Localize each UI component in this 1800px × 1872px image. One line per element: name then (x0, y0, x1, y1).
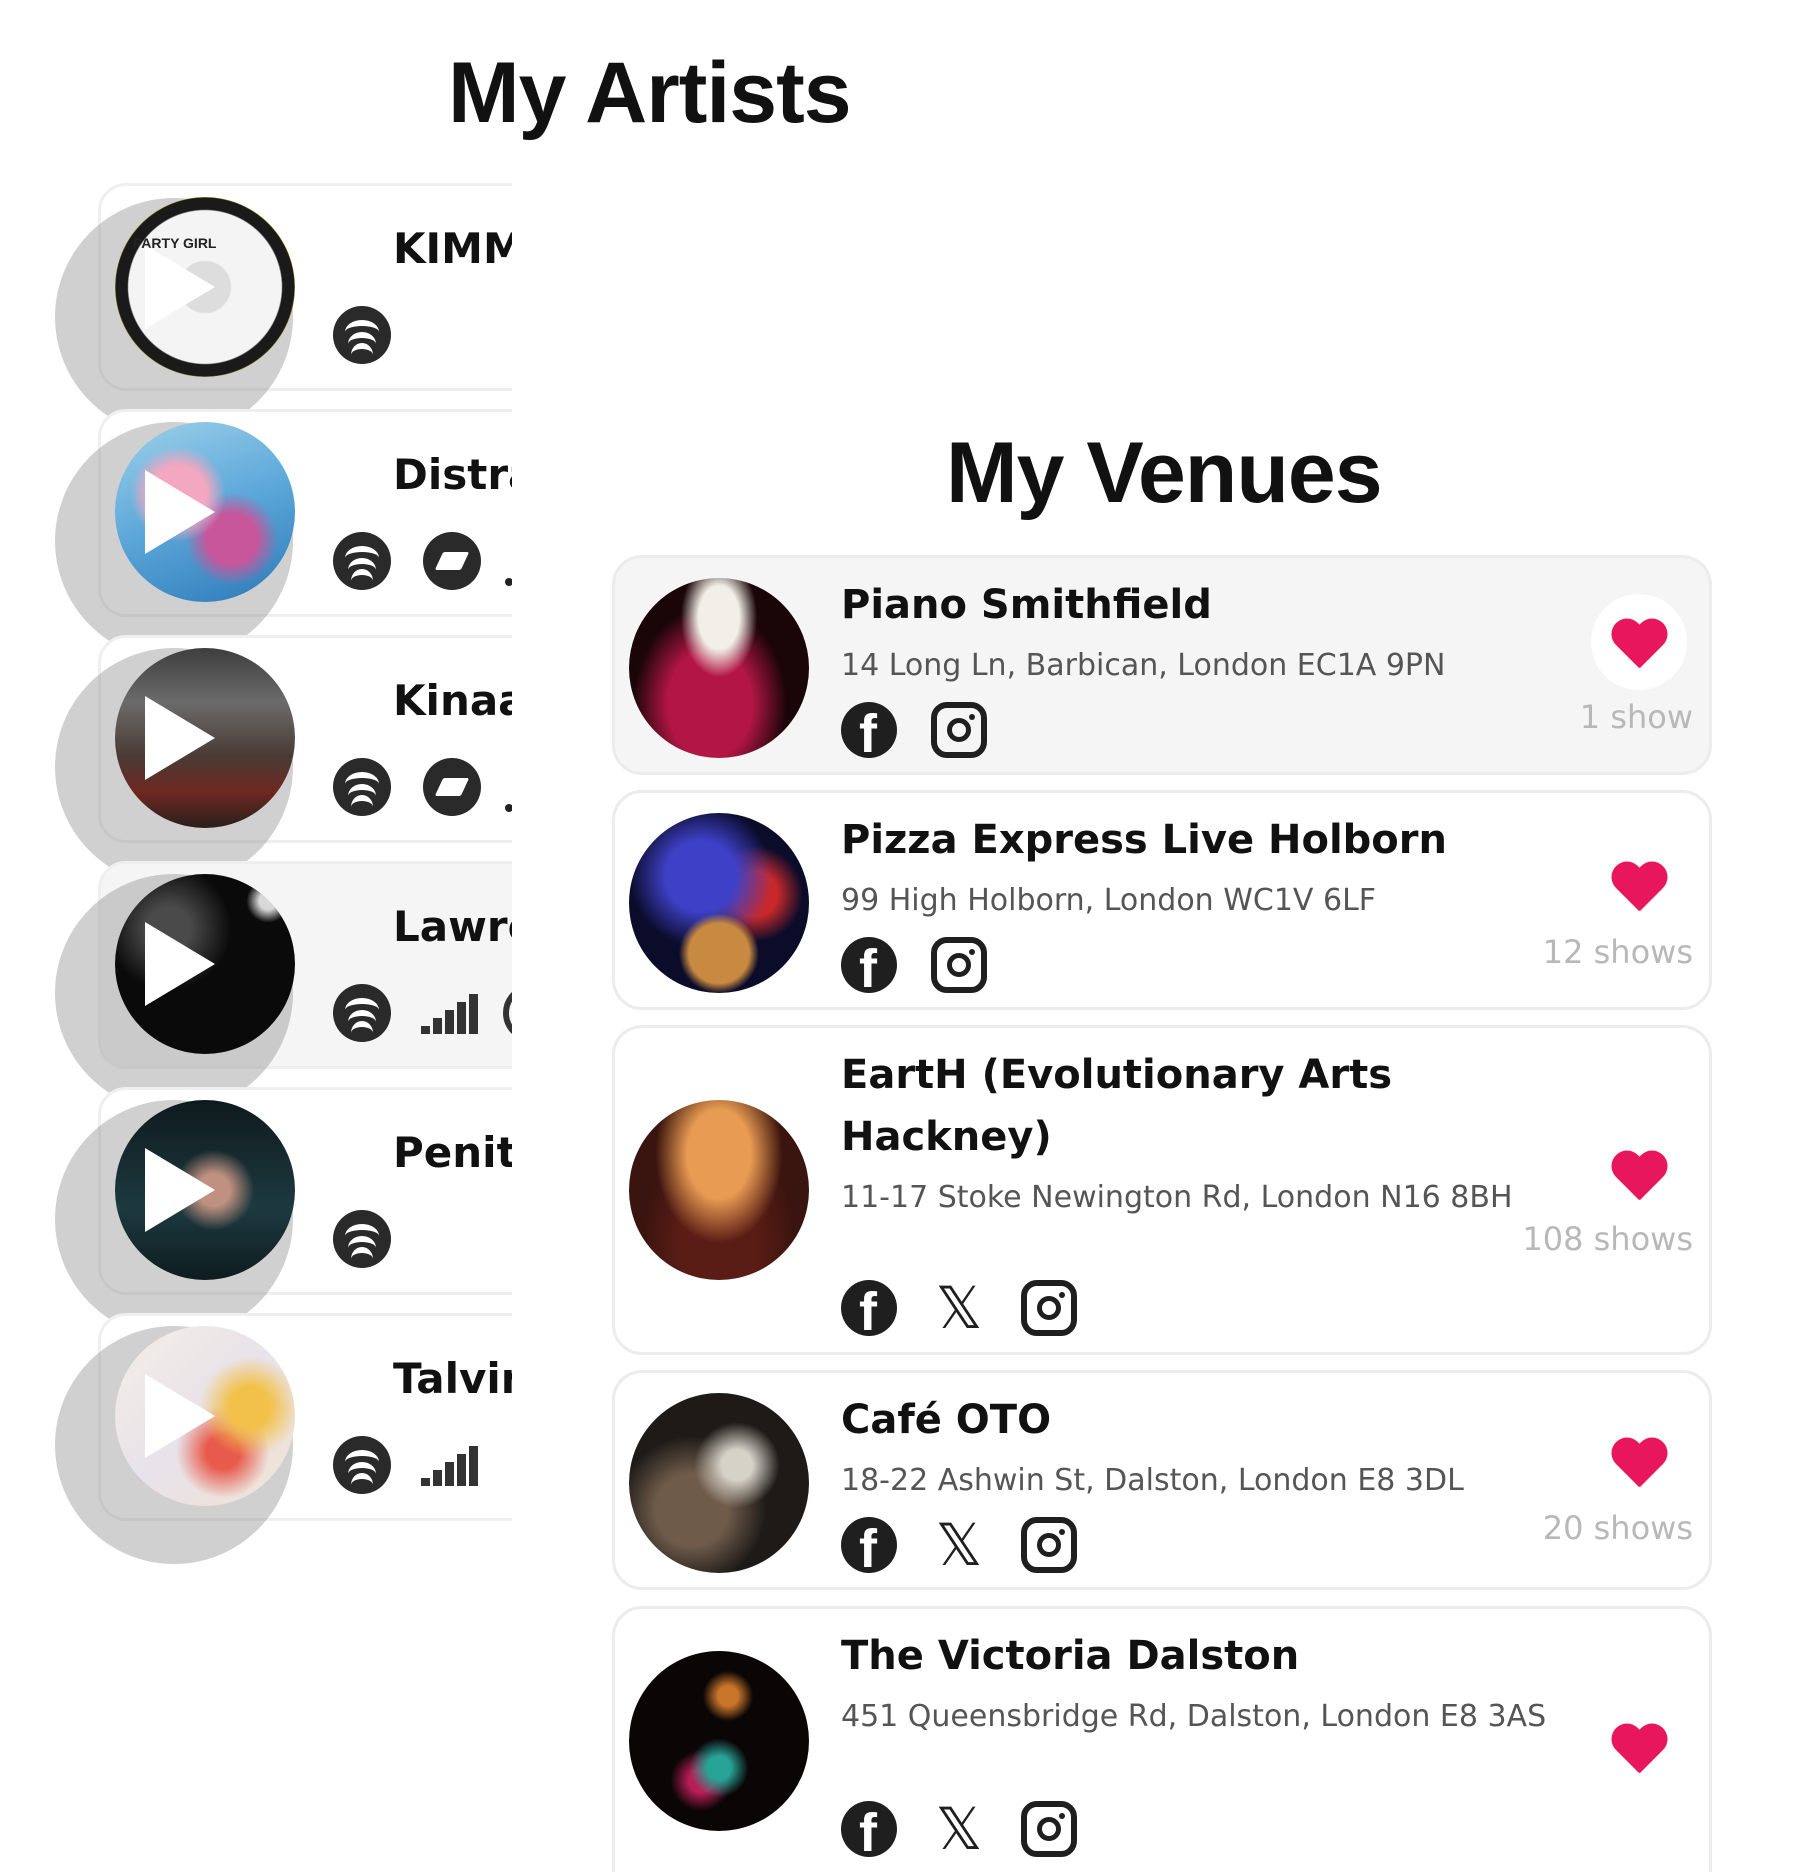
favorite-heart-icon[interactable] (1609, 620, 1669, 674)
venue-photo (629, 813, 809, 993)
spotify-icon[interactable] (333, 758, 391, 816)
show-count: 1 show (1579, 698, 1693, 736)
tidal-icon[interactable] (423, 758, 481, 816)
venue-address: 11-17 Stoke Newington Rd, London N16 8BH (841, 1180, 1513, 1215)
spotify-icon[interactable] (333, 306, 391, 364)
venue-card[interactable]: EartH (Evolutionary Arts Hackney) 11-17 … (612, 1025, 1712, 1355)
artist-name: Talvin Si (393, 1354, 512, 1403)
instagram-icon[interactable] (931, 937, 987, 993)
venue-card[interactable]: Piano Smithfield 14 Long Ln, Barbican, L… (612, 555, 1712, 775)
deezer-icon[interactable] (421, 1440, 481, 1486)
show-count: 108 shows (1522, 1220, 1693, 1258)
show-count: 20 shows (1542, 1509, 1693, 1547)
spotify-icon[interactable] (333, 532, 391, 590)
venue-photo (629, 1651, 809, 1831)
instagram-icon[interactable] (931, 702, 987, 758)
spotify-icon[interactable] (333, 1210, 391, 1268)
artist-name: Kinaara (393, 676, 512, 725)
venue-address: 451 Queensbridge Rd, Dalston, London E8 … (841, 1699, 1547, 1734)
more-icon[interactable] (505, 804, 512, 812)
deezer-icon[interactable] (421, 988, 481, 1034)
x-icon[interactable]: 𝕏 (931, 1279, 987, 1337)
artists-list: KIMMIC PARTY GIRL Distract Kinaara Lawre… (40, 170, 512, 1590)
play-icon[interactable] (145, 1148, 215, 1232)
venue-name: The Victoria Dalston (841, 1633, 1300, 1679)
instagram-icon[interactable] (1021, 1280, 1077, 1336)
venue-card[interactable]: The Victoria Dalston 451 Queensbridge Rd… (612, 1606, 1712, 1872)
venue-name: Café OTO (841, 1397, 1052, 1443)
venue-photo (629, 1393, 809, 1573)
play-icon[interactable] (145, 922, 215, 1006)
facebook-icon[interactable]: f (841, 1280, 897, 1340)
facebook-icon[interactable]: f (841, 1517, 897, 1577)
play-icon[interactable] (145, 245, 215, 329)
favorite-heart-icon[interactable] (1609, 1152, 1669, 1206)
instagram-icon[interactable] (1021, 1801, 1077, 1857)
play-icon[interactable] (145, 1374, 215, 1458)
artist-name: Distract (393, 450, 512, 499)
instagram-icon[interactable] (1021, 1517, 1077, 1573)
x-icon[interactable]: 𝕏 (931, 1516, 987, 1574)
venue-address: 14 Long Ln, Barbican, London EC1A 9PN (841, 648, 1446, 683)
venue-card[interactable]: Pizza Express Live Holborn 99 High Holbo… (612, 790, 1712, 1010)
artist-name: KIMMIC (393, 224, 512, 273)
play-icon[interactable] (145, 696, 215, 780)
spotify-icon[interactable] (333, 1436, 391, 1494)
show-count: 12 shows (1542, 933, 1693, 971)
venue-photo (629, 578, 809, 758)
spotify-icon[interactable] (333, 984, 391, 1042)
favorite-heart-icon[interactable] (1609, 1439, 1669, 1493)
facebook-icon[interactable]: f (841, 937, 897, 997)
favorite-heart-icon[interactable] (1609, 1725, 1669, 1779)
x-icon[interactable]: 𝕏 (931, 1800, 987, 1858)
more-icon[interactable] (505, 578, 512, 586)
play-icon[interactable] (145, 470, 215, 554)
facebook-icon[interactable]: f (841, 1801, 897, 1861)
venue-address: 99 High Holborn, London WC1V 6LF (841, 883, 1377, 918)
venue-name: Pizza Express Live Holborn (841, 817, 1447, 863)
venue-address: 18-22 Ashwin St, Dalston, London E8 3DL (841, 1463, 1464, 1498)
venues-title: My Venues (946, 425, 1383, 521)
venue-name: EartH (Evolutionary Arts Hackney) (841, 1052, 1393, 1160)
venue-card[interactable]: Café OTO 18-22 Ashwin St, Dalston, Londo… (612, 1370, 1712, 1590)
tidal-icon[interactable] (423, 532, 481, 590)
venue-photo (629, 1100, 809, 1280)
more-service-icon[interactable] (503, 984, 512, 1042)
favorite-heart-icon[interactable] (1609, 863, 1669, 917)
artist-name: Lawrenc (393, 902, 512, 951)
facebook-icon[interactable]: f (841, 702, 897, 762)
artist-name: Penitenc (393, 1128, 512, 1177)
venue-name: Piano Smithfield (841, 582, 1212, 628)
artists-title: My Artists (448, 45, 852, 141)
